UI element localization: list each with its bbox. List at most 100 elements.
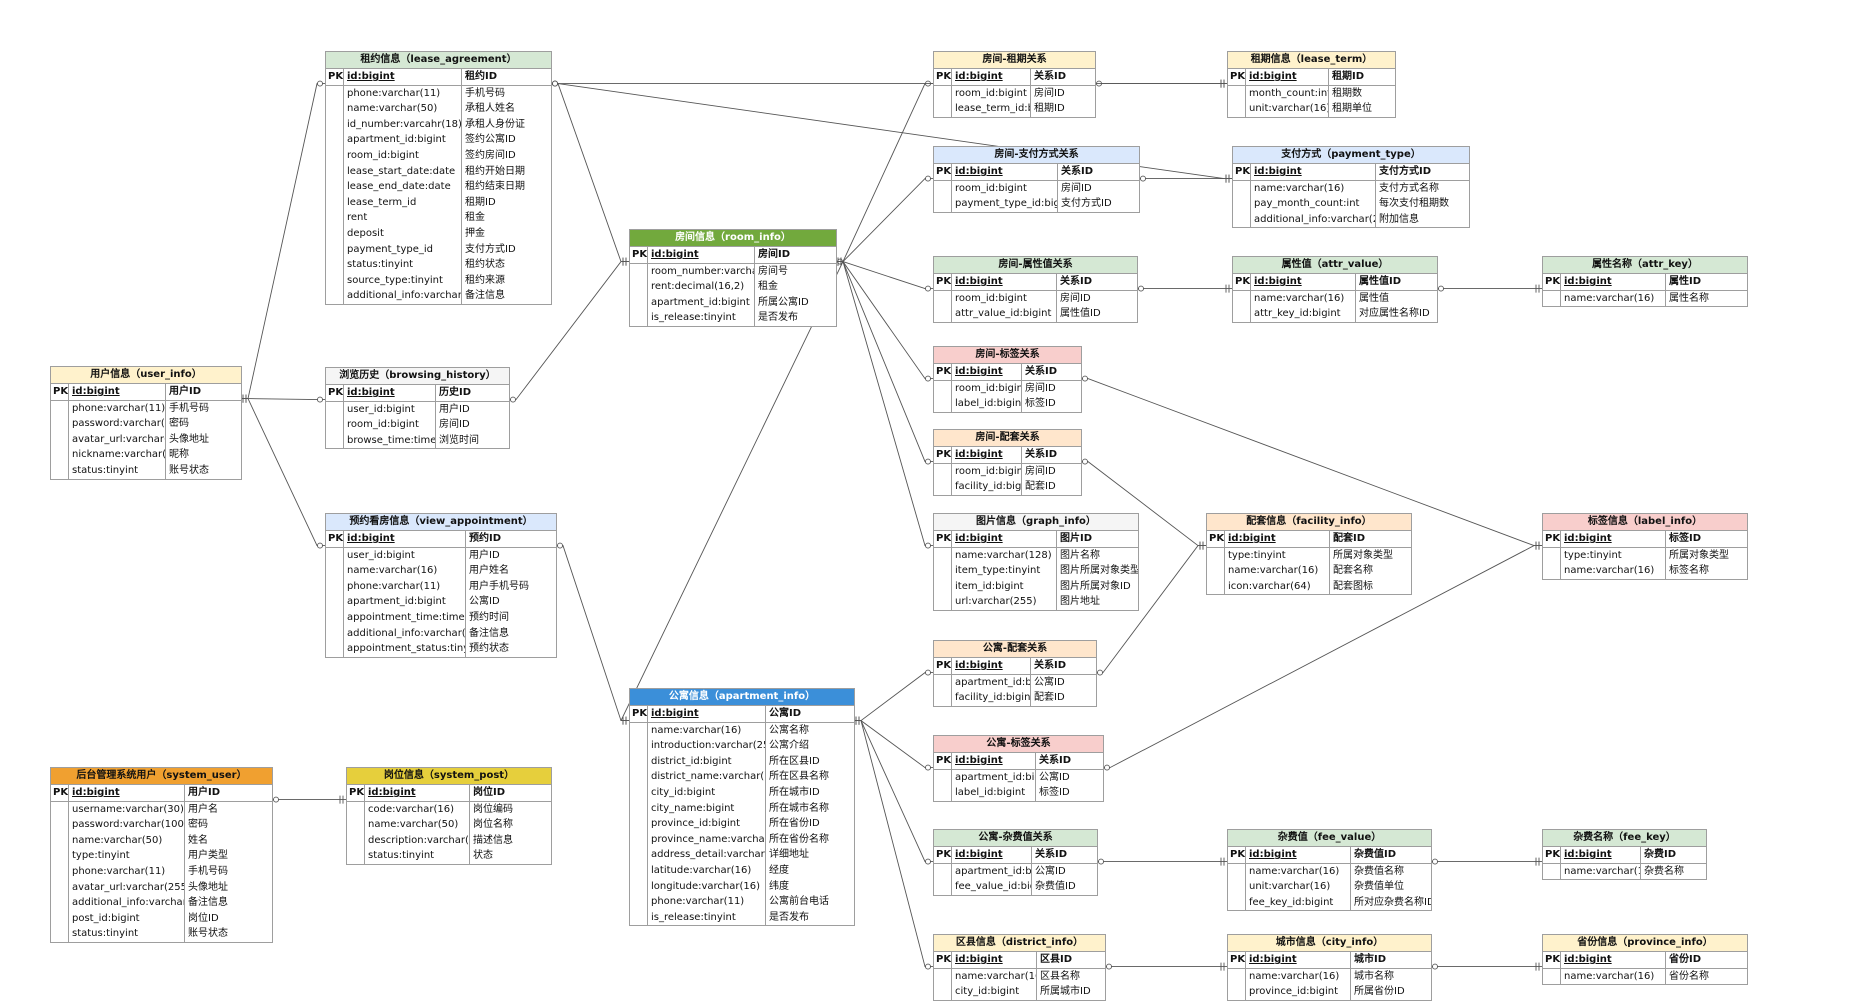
entity-district-info[interactable]: 区县信息（district_info） PK id:bigint 区县ID name:v… — [933, 934, 1106, 1001]
key-marker: PK — [934, 847, 952, 863]
entity-title: 房间-支付方式关系 — [934, 147, 1139, 164]
field-row: avatar_url:varchar(255)头像地址 — [51, 879, 272, 896]
field-description: 支付方式ID — [465, 243, 516, 255]
field-description: 配套ID — [1333, 533, 1366, 544]
field-description: 密码 — [188, 819, 208, 831]
field-name: id_number:varcahr(18) — [344, 116, 462, 133]
field-name: month_count:int — [1246, 85, 1329, 102]
entity-facility-info[interactable]: 配套信息（facility_info） PK id:bigint 配套ID type:t… — [1206, 513, 1412, 596]
entity-system-user[interactable]: 后台管理系统用户（system_user） PK id:bigint 用户ID user… — [50, 767, 273, 943]
entity-attr-key[interactable]: 属性名称（attr_key） PK id:bigint 属性ID name:varcha… — [1542, 256, 1748, 308]
field-row: user_id:bigint 用户ID — [326, 401, 509, 418]
entity-fee-key[interactable]: 杂费名称（fee_key） PK id:bigint 杂费ID name:varchar… — [1542, 829, 1707, 881]
field-name: status:tinyint — [365, 848, 470, 864]
field-description: 浏览时间 — [439, 434, 479, 446]
field-description: 备注信息 — [469, 627, 509, 639]
field-description: 预约ID — [469, 533, 502, 544]
relation-optional-marker — [925, 764, 931, 771]
entity-view-appointment[interactable]: 预约看房信息（view_appointment） PK id:bigint 预约ID u… — [325, 513, 557, 658]
field-description: 公寓前台电话 — [769, 896, 829, 908]
field-description: 是否发布 — [769, 911, 809, 923]
field-name: status:tinyint — [69, 926, 185, 942]
field-row: label_id:bigint 标签ID — [934, 785, 1103, 801]
relation-line-room-lease-term-room-info — [835, 83, 933, 263]
field-description: 预约时间 — [469, 611, 509, 623]
key-marker — [630, 909, 648, 926]
field-row: latitude:varchar(16) 经度 — [630, 862, 854, 879]
entity-attr-value[interactable]: 属性值（attr_value） PK id:bigint 属性值ID name:varc… — [1232, 256, 1438, 323]
field-description: 用户ID — [169, 386, 202, 397]
key-marker — [934, 547, 952, 564]
field-row: additional_info:varchar(255)附加信息 — [1233, 211, 1469, 228]
entity-title: 省份信息（province_info） — [1543, 935, 1747, 952]
entity-room-info[interactable]: 房间信息（room_info） PK id:bigint 房间ID room_numbe… — [629, 229, 837, 327]
entity-room-payment-type[interactable]: 房间-支付方式关系 PK id:bigint 关系ID room_id:bigint 房间… — [933, 146, 1140, 213]
relation-optional-marker — [925, 669, 931, 676]
field-name: room_number:varchar(16) — [648, 263, 755, 280]
relation-optional-marker — [317, 396, 323, 403]
entity-system-post[interactable]: 岗位信息（system_post） PK id:bigint 岗位ID code:var… — [346, 767, 552, 865]
field-name: facility_id:bigint — [952, 690, 1031, 706]
field-description: 岗位ID — [473, 787, 506, 798]
field-name: phone:varchar(11) — [69, 400, 166, 417]
field-row: browse_time:timestamp浏览时间 — [326, 432, 509, 449]
field-description: 签约公寓ID — [465, 134, 516, 146]
field-row: introduction:varchar(255)公寓介绍 — [630, 738, 854, 754]
entity-apartment-label[interactable]: 公寓-标签关系PKid:bigint关系IDapartment_id:bigin… — [933, 735, 1104, 802]
key-marker — [326, 194, 344, 211]
field-name: district_name:varchar(16) — [648, 769, 766, 785]
entity-apartment-facility[interactable]: 公寓-配套关系PKid:bigint关系IDapartment_id:bigin… — [933, 640, 1097, 707]
key-marker — [934, 396, 952, 412]
primary-key-row: PK id:bigint 配套ID — [1207, 531, 1411, 548]
key-marker — [326, 547, 344, 564]
key-marker — [630, 831, 648, 848]
entity-apartment-fee-value[interactable]: 公寓-杂费值关系PKid:bigint关系IDapartment_id:bigi… — [933, 829, 1098, 896]
field-row: fee_value_id:bigint杂费值ID — [934, 879, 1097, 895]
relation-optional-marker — [925, 858, 931, 865]
entity-apartment-info[interactable]: 公寓信息（apartment_info） PK id:bigint 公寓ID name:… — [629, 688, 855, 927]
entity-province-info[interactable]: 省份信息（province_info） PK id:bigint 省份ID name:v… — [1542, 934, 1748, 986]
entity-browsing-history[interactable]: 浏览历史（browsing_history） PK id:bigint 历史ID use… — [325, 367, 510, 450]
field-description: 属性ID — [1669, 276, 1702, 287]
entity-room-facility[interactable]: 房间-配套关系 PK id:bigint 关系ID room_id:bigint 房间ID… — [933, 429, 1082, 496]
entity-fee-value[interactable]: 杂费值（fee_value） PK id:bigint 杂费值ID name:varch… — [1227, 829, 1432, 912]
entity-room-lease-term[interactable]: 房间-租期关系 PK id:bigint 关系ID room_id:bigint 房间ID… — [933, 51, 1096, 118]
entity-lease-term[interactable]: 租期信息（lease_term） PK id:bigint 租期ID month_cou… — [1227, 51, 1396, 118]
field-row: status:tinyint 状态 — [347, 848, 551, 864]
entity-room-label[interactable]: 房间-标签关系 PK id:bigint 关系ID room_id:bigint 房间ID… — [933, 346, 1082, 413]
field-description: 所属公寓ID — [758, 296, 809, 308]
entity-payment-type[interactable]: 支付方式（payment_type） PK id:bigint 支付方式ID name:… — [1232, 146, 1470, 229]
entity-user-info[interactable]: 用户信息（user_info） PK id:bigint 用户ID phone:varc… — [50, 366, 242, 480]
field-description: 历史ID — [439, 387, 472, 398]
entity-city-info[interactable]: 城市信息（city_info） PK id:bigint 城市ID name:varch… — [1227, 934, 1432, 1001]
field-description: 关系ID — [1039, 755, 1072, 766]
field-description: 账号状态 — [169, 464, 209, 476]
entity-graph-info[interactable]: 图片信息（graph_info） PK id:bigint 图片ID name:varc… — [933, 513, 1139, 611]
entity-title: 浏览历史（browsing_history） — [326, 368, 509, 385]
field-row: code:varchar(16) 岗位编码 — [347, 801, 551, 818]
relation-optional-marker — [510, 396, 516, 403]
field-row: type:tinyint 用户类型 — [51, 848, 272, 864]
field-row: room_id:bigint 签约房间ID — [326, 147, 551, 164]
primary-key-row: PK id:bigint 属性值ID — [1233, 274, 1437, 291]
field-name: id:bigint — [365, 785, 470, 801]
key-marker — [1543, 563, 1561, 579]
field-name: lease_term_id — [344, 194, 462, 211]
field-row: attr_value_id:bigint 属性值ID — [934, 306, 1137, 322]
entity-label-info[interactable]: 标签信息（label_info） PK id:bigint 标签ID type:tiny… — [1542, 513, 1748, 580]
key-marker: PK — [326, 385, 344, 401]
entity-lease-agreement[interactable]: 租约信息（lease_agreement） PK id:bigint 租约ID phon… — [325, 51, 552, 305]
field-name: name:varchar(16) — [1561, 968, 1666, 985]
entity-title: 杂费名称（fee_key） — [1543, 830, 1706, 847]
primary-key-row: PK id:bigint 关系ID — [934, 274, 1137, 291]
field-description: 关系ID — [1034, 660, 1067, 671]
entity-room-attr-value[interactable]: 房间-属性值关系 PK id:bigint 关系ID room_id:bigint 房间I… — [933, 256, 1138, 323]
key-marker — [1207, 563, 1225, 579]
field-description: 杂费名称 — [1644, 865, 1684, 877]
key-marker: PK — [326, 531, 344, 547]
relation-line-room-payment-type-room-info — [835, 178, 933, 263]
key-marker — [326, 288, 344, 304]
key-marker — [1233, 211, 1251, 228]
field-name: fee_key_id:bigint — [1246, 894, 1351, 911]
relation-line-apartment-fee-value-apartment-info — [853, 720, 933, 863]
